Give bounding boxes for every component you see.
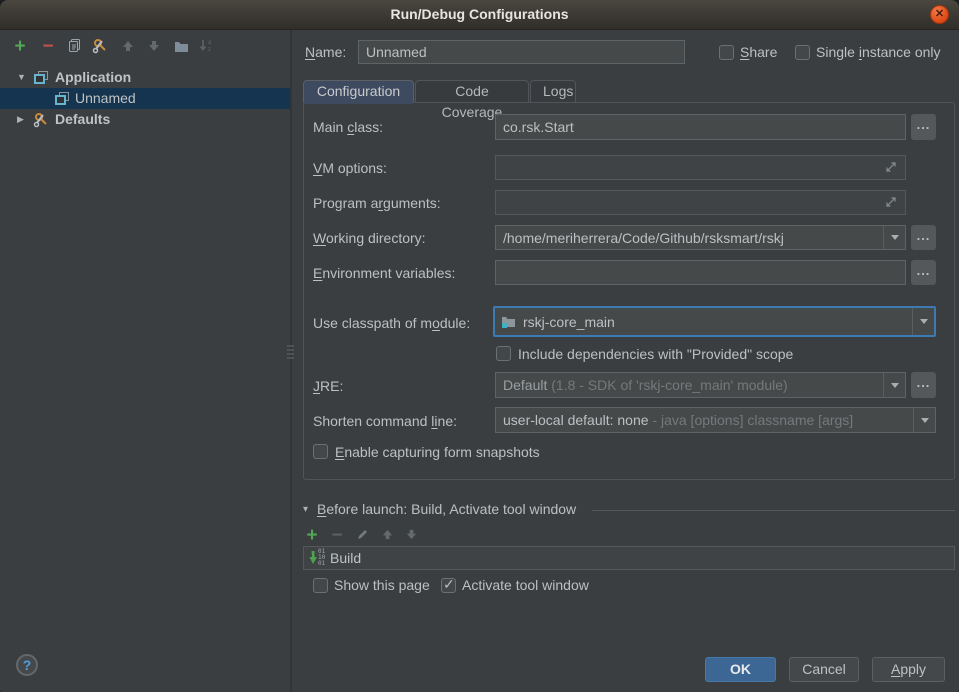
before-launch-edit-pencil-icon[interactable] (353, 527, 371, 545)
sort-alphabetically-icon[interactable]: az (197, 38, 217, 58)
chevron-down-icon (921, 418, 929, 427)
tree-collapsed-icon[interactable]: ▶ (17, 114, 24, 125)
move-down-icon[interactable] (144, 38, 164, 58)
tree-item-label: Unnamed (75, 90, 136, 106)
jre-value: Default (503, 377, 547, 393)
enable-capturing-checkbox[interactable] (313, 444, 328, 459)
close-icon: ✕ (935, 8, 944, 20)
before-launch-title: Before launch: Build, Activate tool wind… (317, 501, 576, 517)
divider (592, 510, 955, 511)
tab-configuration[interactable]: Configuration (303, 80, 414, 103)
apply-button[interactable]: Apply (872, 657, 945, 682)
sidebar-item-application[interactable]: ▼ Application (0, 67, 290, 88)
section-collapse-icon[interactable]: ▾ (303, 504, 308, 515)
main-class-label: Main class: (313, 119, 383, 135)
use-classpath-label: Use classpath of module: (313, 315, 470, 331)
before-launch-move-down-icon[interactable] (402, 527, 420, 545)
application-icon (55, 92, 71, 106)
share-checkbox[interactable] (719, 45, 734, 60)
jre-combo[interactable]: Default (1.8 - SDK of 'rskj-core_main' m… (495, 372, 906, 398)
tree-item-label: Application (55, 69, 131, 85)
svg-text:a: a (208, 40, 212, 46)
move-up-icon[interactable] (118, 38, 138, 58)
include-dependencies-checkbox[interactable] (496, 346, 511, 361)
jre-label: JRE: (313, 378, 343, 394)
working-directory-combo[interactable]: /home/meriherrera/Code/Github/rsksmart/r… (495, 225, 906, 250)
chevron-down-icon (891, 235, 899, 244)
enable-capturing-label: Enable capturing form snapshots (335, 444, 540, 460)
expand-field-icon[interactable] (885, 160, 897, 176)
activate-tool-window-label: Activate tool window (462, 577, 589, 593)
program-arguments-label: Program arguments: (313, 195, 441, 211)
chevron-down-icon (920, 319, 928, 328)
shorten-value: user-local default: none (503, 412, 649, 428)
environment-variables-label: Environment variables: (313, 265, 455, 281)
tree-item-label: Defaults (55, 111, 110, 127)
working-directory-value: /home/meriherrera/Code/Github/rsksmart/r… (496, 230, 883, 246)
expand-field-icon[interactable] (885, 195, 897, 211)
help-icon: ? (23, 657, 32, 673)
module-icon (501, 315, 516, 328)
use-classpath-value: rskj-core_main (516, 314, 912, 330)
before-launch-move-up-icon[interactable] (378, 527, 396, 545)
close-button[interactable]: ✕ (930, 5, 949, 24)
titlebar[interactable]: Run/Debug Configurations ✕ (0, 0, 959, 30)
use-classpath-dropdown-button[interactable] (912, 308, 934, 335)
share-label: Share (740, 44, 777, 60)
defaults-wrench-icon (33, 112, 50, 131)
before-launch-add-button[interactable]: + (303, 527, 321, 545)
splitter[interactable] (290, 30, 292, 692)
program-arguments-input[interactable] (495, 190, 906, 215)
shorten-command-line-label: Shorten command line: (313, 413, 457, 429)
add-configuration-button[interactable]: + (10, 38, 30, 58)
show-this-page-label: Show this page (334, 577, 430, 593)
include-dependencies-label: Include dependencies with "Provided" sco… (518, 346, 793, 362)
tab-logs[interactable]: Logs (530, 80, 576, 103)
window-title: Run/Debug Configurations (0, 6, 959, 22)
cancel-button[interactable]: Cancel (789, 657, 859, 682)
single-instance-label: Single instance only (816, 44, 941, 60)
svg-text:z: z (208, 47, 211, 53)
before-launch-item-build[interactable]: Build (303, 546, 955, 570)
application-icon (34, 71, 50, 85)
show-this-page-checkbox[interactable] (313, 578, 328, 593)
jre-value-detail: (1.8 - SDK of 'rskj-core_main' module) (551, 377, 787, 393)
working-directory-dropdown-button[interactable] (883, 226, 905, 249)
name-label: Name: (305, 44, 346, 60)
tab-code-coverage[interactable]: Code Coverage (415, 80, 529, 103)
chevron-down-icon (891, 383, 899, 392)
activate-tool-window-checkbox[interactable] (441, 578, 456, 593)
build-icon (309, 551, 327, 567)
tab-panel-join (304, 102, 413, 104)
vm-options-label: VM options: (313, 160, 387, 176)
working-directory-browse-button[interactable]: ... (911, 225, 936, 250)
jre-browse-button[interactable]: ... (911, 372, 936, 398)
shorten-dropdown-button[interactable] (913, 408, 935, 432)
tree-expanded-icon[interactable]: ▼ (17, 72, 26, 82)
folder-icon[interactable] (171, 38, 191, 58)
use-classpath-combo[interactable]: rskj-core_main (493, 306, 936, 337)
edit-defaults-wrench-icon[interactable] (90, 38, 110, 58)
name-input[interactable] (358, 40, 685, 64)
environment-variables-input[interactable] (495, 260, 906, 285)
ok-button[interactable]: OK (705, 657, 776, 682)
sidebar-item-unnamed[interactable]: Unnamed (0, 88, 290, 109)
help-button[interactable]: ? (16, 654, 38, 676)
build-item-label: Build (330, 550, 361, 566)
environment-variables-browse-button[interactable]: ... (911, 260, 936, 285)
main-class-input[interactable] (495, 114, 906, 140)
sidebar-item-defaults[interactable]: ▶ Defaults (0, 109, 290, 130)
splitter-grip-icon[interactable] (287, 345, 294, 361)
jre-dropdown-button[interactable] (883, 373, 905, 397)
before-launch-remove-button[interactable]: − (328, 527, 346, 545)
single-instance-checkbox[interactable] (795, 45, 810, 60)
shorten-command-line-combo[interactable]: user-local default: none - java [options… (495, 407, 936, 433)
main-class-browse-button[interactable]: ... (911, 114, 936, 140)
vm-options-input[interactable] (495, 155, 906, 180)
run-debug-configurations-dialog: Run/Debug Configurations ✕ + − az ▼ Appl… (0, 0, 959, 692)
remove-configuration-button[interactable]: − (38, 38, 58, 58)
shorten-value-detail: - java [options] classname [args] (652, 412, 853, 428)
working-directory-label: Working directory: (313, 230, 426, 246)
copy-configuration-icon[interactable] (64, 38, 84, 58)
